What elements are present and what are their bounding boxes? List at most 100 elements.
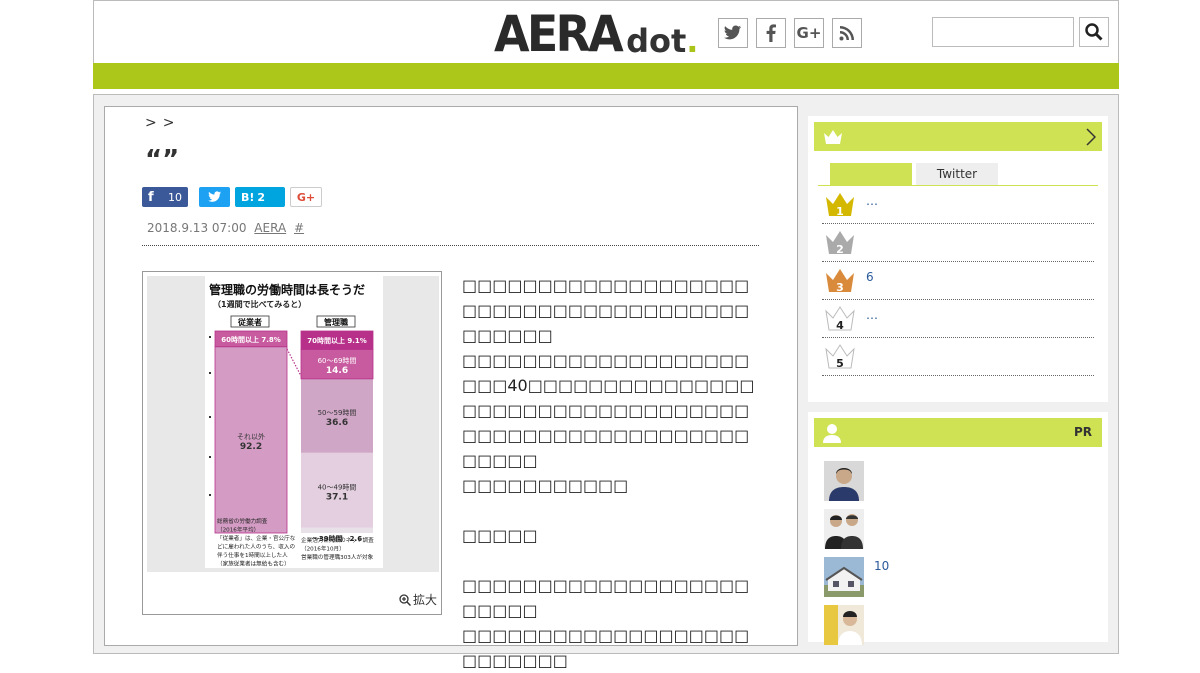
tab-twitter[interactable]: Twitter (916, 163, 998, 185)
bar-label: 60時間以上 7.8% (221, 335, 281, 344)
chart-note: （2016年平均） (217, 526, 259, 534)
svg-text:4: 4 (836, 319, 844, 332)
ranking-panel: Twitter 1 … 2 3 6 4 … 5 (808, 116, 1108, 402)
zoom-button[interactable]: 拡大 (399, 591, 437, 608)
bar-value: 36.6 (326, 418, 348, 428)
category-label: 管理職 (324, 317, 348, 327)
axis-tick (209, 456, 211, 458)
ranking-item[interactable]: 4 … (822, 300, 1094, 338)
ranking-item-title: 6 (866, 270, 874, 284)
twitter-icon (207, 191, 221, 202)
hatena-bookmark-button[interactable]: B! 2 (235, 187, 285, 207)
ranking-item[interactable]: 1 … (822, 186, 1094, 224)
article-title: “” (145, 145, 180, 175)
pr-photo (824, 557, 864, 597)
chart-note: （2016年10月） (301, 545, 345, 553)
zoom-label: 拡大 (412, 593, 437, 607)
svg-text:1: 1 (836, 205, 844, 218)
ranking-item[interactable]: 3 6 (822, 262, 1094, 300)
pr-thumbnail[interactable] (824, 605, 864, 645)
article-paragraph: □□□□□□□□□□□□□□□□□□□□□□□□□□□□□□□□□□□□□□□□… (462, 276, 750, 345)
pr-thumbnail[interactable] (824, 509, 864, 549)
rank-crown-icon: 1 (826, 193, 854, 218)
working-hours-chart: 管理職の労働時間は長そうだ （1週間で比べてみると） 従業者 管理職それ以外92.2 6… (205, 276, 383, 568)
bar-value: 92.2 (240, 442, 262, 452)
hatena-icon: B! (241, 190, 255, 204)
bar-value: 14.6 (326, 366, 348, 376)
figure-image: 管理職の労働時間は長そうだ （1週間で比べてみると） 従業者 管理職 それ以外 92.2 6… (147, 276, 439, 572)
hatena-count: 2 (257, 190, 266, 204)
zoom-in-icon (399, 593, 411, 606)
site-logo[interactable]: AERA dot. (494, 7, 698, 59)
search-input[interactable] (932, 17, 1074, 47)
rss-icon[interactable] (832, 18, 862, 48)
tab-access[interactable] (830, 163, 912, 185)
pr-thumbnail[interactable] (824, 461, 864, 501)
pr-photo (824, 461, 864, 501)
axis-tick (209, 372, 211, 374)
pr-item-title[interactable]: 10 (874, 559, 889, 573)
chart-subtitle: （1週間で比べてみると） (213, 299, 306, 309)
chart-note: 企業活力研究所のネット調査 (301, 536, 374, 544)
svg-text:3: 3 (836, 281, 844, 294)
rank-crown-icon: 2 (826, 231, 854, 256)
chart-note: 伴う仕事を1時間以上した人 (217, 551, 288, 559)
bar-label: 70時間以上 9.1% (307, 336, 367, 345)
chart-bar-segment (301, 527, 373, 533)
chevron-right-icon (1086, 128, 1096, 146)
publish-date: 2018.9.13 07:00 (147, 221, 247, 235)
logo-main: AERA (494, 5, 624, 63)
ranking-item[interactable]: 2 (822, 224, 1094, 262)
article-paragraph: □□□□□□□□□□□□□□□□□□□□□□□□ (462, 576, 750, 620)
svg-text:5: 5 (836, 357, 844, 370)
google-plus-icon: G+ (296, 190, 316, 204)
breadcrumb-sep: > (145, 115, 163, 131)
article: >> “” f 10 B! 2 G+ 2018.9.13 07:00 AERA … (104, 106, 798, 670)
search-icon (1085, 23, 1103, 41)
bar-label: それ以外 (237, 432, 265, 441)
bar-label: 50〜59時間 (318, 409, 357, 417)
chart-note: どに雇われた人のうち、収入の (217, 543, 295, 551)
google-plus-share-button[interactable]: G+ (290, 187, 322, 207)
article-paragraph: □□□□□□□□□□□ (462, 476, 629, 495)
facebook-count: 10 (168, 190, 182, 204)
twitter-share-button[interactable] (199, 187, 230, 207)
hashtag-link[interactable]: # (294, 221, 304, 235)
pr-photo (824, 605, 864, 645)
bar-label: 60〜69時間 (318, 357, 357, 365)
search-button[interactable] (1079, 17, 1109, 47)
ranking-tabs: Twitter (830, 163, 998, 185)
axis-tick (209, 336, 211, 338)
facebook-share-button[interactable]: f 10 (142, 187, 188, 207)
ranking-header[interactable] (814, 122, 1102, 151)
axis-tick (209, 494, 211, 496)
rank-crown-icon: 5 (825, 344, 855, 370)
rank-crown-icon: 3 (826, 269, 854, 294)
chart-title: 管理職の労働時間は長そうだ (209, 282, 365, 297)
facebook-icon[interactable] (756, 18, 786, 48)
breadcrumb: >> (145, 115, 180, 131)
source-link[interactable]: AERA (254, 221, 286, 235)
pr-header: PR (814, 418, 1102, 447)
google-plus-icon[interactable]: G+ (794, 18, 824, 48)
article-figure[interactable]: 管理職の労働時間は長そうだ （1週間で比べてみると） 従業者 管理職 それ以外 92.2 6… (142, 271, 442, 615)
facebook-icon: f (148, 189, 154, 205)
article-paragraph: □□□□□□□□□□□□□□□□□□□□□□40□□□□□□□□□□□□□□□□… (462, 351, 755, 470)
bar-label: 40〜49時間 (318, 483, 357, 491)
pr-panel: PR 10 (808, 412, 1108, 645)
rank-crown-icon: 4 (825, 306, 855, 332)
pr-label: PR (1073, 425, 1092, 439)
twitter-icon[interactable] (718, 18, 748, 48)
pr-thumbnail[interactable] (824, 557, 864, 597)
gplus-glyph: G+ (796, 24, 822, 42)
article-paragraph: □□□□□ (462, 526, 538, 545)
pr-photo (824, 509, 864, 549)
chart-note: 営業職の管理職303人が対象 (301, 553, 374, 561)
ranking-item-title: … (866, 308, 878, 322)
logo-sub: dot. (626, 22, 699, 60)
breadcrumb-sep: > (162, 115, 181, 131)
divider (142, 245, 759, 246)
svg-text:2: 2 (836, 243, 844, 256)
chart-note: 総務省の労働力調査 (217, 517, 268, 525)
ranking-item[interactable]: 5 (822, 338, 1094, 376)
